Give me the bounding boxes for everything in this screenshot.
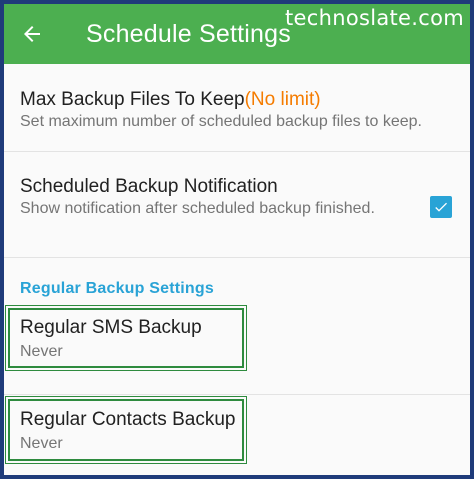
setting-title: Regular SMS Backup: [20, 317, 202, 338]
setting-regular-contacts-backup[interactable]: Regular Contacts Backup Never: [4, 395, 470, 475]
watermark: technoslate.com: [285, 6, 464, 30]
setting-content: Regular Contacts Backup Never: [10, 401, 242, 454]
check-icon: [435, 202, 447, 212]
setting-summary: Show notification after scheduled backup…: [20, 200, 375, 217]
section-header-regular-backup: Regular Backup Settings: [20, 280, 214, 297]
setting-summary: Never: [20, 435, 63, 452]
page-title: Schedule Settings: [86, 19, 291, 48]
notification-checkbox[interactable]: [430, 196, 452, 218]
setting-value: (No limit): [244, 89, 321, 110]
screenshot-frame: Schedule Settings technoslate.com Max Ba…: [0, 0, 474, 479]
settings-list: Max Backup Files To Keep(No limit) Set m…: [4, 64, 470, 475]
back-button[interactable]: [4, 4, 60, 64]
arrow-left-icon: [24, 26, 40, 42]
setting-summary: Never: [20, 343, 63, 360]
setting-max-backup-files[interactable]: Max Backup Files To Keep(No limit) Set m…: [4, 64, 470, 152]
setting-title: Max Backup Files To Keep(No limit): [20, 88, 454, 112]
setting-scheduled-notification[interactable]: Scheduled Backup Notification Show notif…: [4, 152, 470, 258]
highlight-box: Regular SMS Backup Never: [5, 305, 247, 371]
app-screen: Schedule Settings technoslate.com Max Ba…: [4, 4, 470, 475]
setting-regular-sms-backup[interactable]: Regular SMS Backup Never: [4, 305, 470, 395]
setting-title: Scheduled Backup Notification: [20, 176, 278, 197]
setting-title-text: Max Backup Files To Keep: [20, 89, 245, 110]
setting-content: Regular SMS Backup Never: [10, 310, 242, 362]
setting-summary: Set maximum number of scheduled backup f…: [20, 113, 422, 130]
setting-title: Regular Contacts Backup: [20, 409, 236, 430]
highlight-box: Regular Contacts Backup Never: [5, 396, 247, 464]
